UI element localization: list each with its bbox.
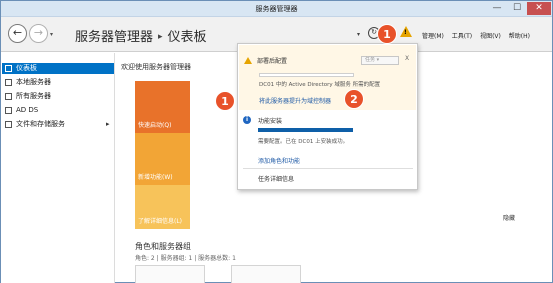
breadcrumb-separator-icon: ▸	[158, 32, 163, 42]
sidebar-item-label: AD DS	[16, 106, 39, 114]
add-roles-link[interactable]: 添加角色和功能	[258, 156, 300, 165]
title-bar: 服务器管理器 — ☐ ✕	[1, 1, 552, 17]
sidebar-item-ad-ds[interactable]: AD DS	[2, 105, 114, 116]
roles-heading: 角色和服务器组	[135, 242, 191, 251]
sidebar-item-all-servers[interactable]: 所有服务器	[2, 91, 114, 102]
tile-label: 快速启动(Q)	[138, 122, 172, 129]
maximize-button[interactable]: ☐	[507, 2, 527, 15]
sidebar-item-file-storage[interactable]: 文件和存储服务 ▸	[2, 119, 114, 130]
hide-welcome-link[interactable]: 隐藏	[503, 213, 515, 222]
annotation-badge-1-tile: 1	[215, 91, 235, 111]
menu-view[interactable]: 视图(V)	[480, 33, 501, 40]
tile-learn-more[interactable]: 了解详细信息(L)	[135, 185, 190, 229]
close-button[interactable]: ✕	[527, 2, 551, 15]
menu-tools[interactable]: 工具(T)	[452, 33, 472, 40]
role-card[interactable]	[135, 265, 205, 283]
nav-history-dropdown-icon[interactable]: ▾	[50, 31, 53, 38]
warning-icon	[244, 57, 252, 64]
window-title: 服务器管理器	[255, 5, 298, 13]
feature-install-message: 需要配置。已在 DC01 上安装成功。	[258, 139, 349, 145]
sidebar-item-dashboard[interactable]: 仪表板	[2, 63, 114, 74]
post-deploy-title: 部署后配置	[257, 58, 288, 65]
task-dropdown[interactable]: 任务 ▾	[361, 56, 399, 65]
promote-dc-link[interactable]: 将此服务器提升为域控制器	[259, 96, 331, 105]
notifications-popup: 部署后配置 任务 ▾ X DC01 中的 Active Directory 域服…	[237, 43, 418, 190]
tile-quick-start[interactable]: 快速启动(Q)	[135, 81, 190, 133]
sidebar-item-label: 仪表板	[16, 64, 37, 72]
breadcrumb-current: 仪表板	[167, 30, 207, 45]
minimize-button[interactable]: —	[487, 2, 507, 15]
forward-button[interactable]: →	[29, 24, 48, 43]
chevron-right-icon[interactable]: ▸	[106, 119, 110, 130]
popup-divider	[243, 168, 413, 169]
dashboard-icon	[5, 65, 12, 72]
task-details-link[interactable]: 任务详细信息	[258, 174, 294, 183]
menu-manage[interactable]: 管理(M)	[422, 33, 444, 40]
sidebar-item-local-server[interactable]: 本地服务器	[2, 77, 114, 88]
feature-install-title: 功能安装	[258, 118, 283, 125]
sidebar-item-label: 文件和存储服务	[16, 120, 65, 128]
sidebar-item-label: 本地服务器	[16, 78, 51, 86]
tile-whats-new[interactable]: 新增功能(W)	[135, 133, 190, 185]
servers-icon	[5, 93, 12, 100]
annotation-badge-1: 1	[377, 24, 397, 44]
tile-label: 了解详细信息(L)	[138, 218, 183, 225]
sidebar: 仪表板 本地服务器 所有服务器 AD DS 文件和存储服务 ▸	[1, 53, 115, 283]
sidebar-item-label: 所有服务器	[16, 92, 51, 100]
storage-icon	[5, 121, 12, 128]
chevron-down-icon: ▾	[376, 57, 380, 63]
breadcrumb: 服务器管理器 ▸ 仪表板	[75, 26, 207, 45]
annotation-badge-2: 2	[344, 89, 364, 109]
roles-summary: 角色: 2 | 服务器组: 1 | 服务器总数: 1	[135, 255, 236, 262]
post-deploy-message: DC01 中的 Active Directory 域服务 所需的配置	[259, 82, 381, 88]
server-manager-window: 服务器管理器 — ☐ ✕ ← → ▾ 服务器管理器 ▸ 仪表板 ▾ ↻ ! 管理(M…	[0, 0, 553, 283]
server-icon	[5, 79, 12, 86]
menu-help[interactable]: 帮助(H)	[509, 33, 530, 40]
directory-icon	[5, 107, 12, 114]
role-card[interactable]	[231, 265, 301, 283]
back-button[interactable]: ←	[8, 24, 27, 43]
close-icon[interactable]: X	[405, 55, 409, 62]
post-deploy-section: 部署后配置 任务 ▾ X DC01 中的 Active Directory 域服…	[239, 45, 416, 110]
menu-bar: 管理(M) 工具(T) 视图(V) 帮助(H)	[422, 31, 536, 40]
breadcrumb-root[interactable]: 服务器管理器	[75, 30, 153, 45]
tile-label: 新增功能(W)	[138, 174, 173, 181]
feature-install-progress-bar	[258, 128, 353, 132]
info-icon: i	[243, 116, 251, 124]
task-dropdown-label: 任务	[365, 57, 376, 63]
breadcrumb-dropdown-icon[interactable]: ▾	[357, 31, 360, 38]
deploy-progress-bar	[259, 73, 354, 77]
welcome-heading: 欢迎使用服务器管理器	[121, 63, 191, 71]
notifications-flag-mark: !	[404, 29, 407, 36]
